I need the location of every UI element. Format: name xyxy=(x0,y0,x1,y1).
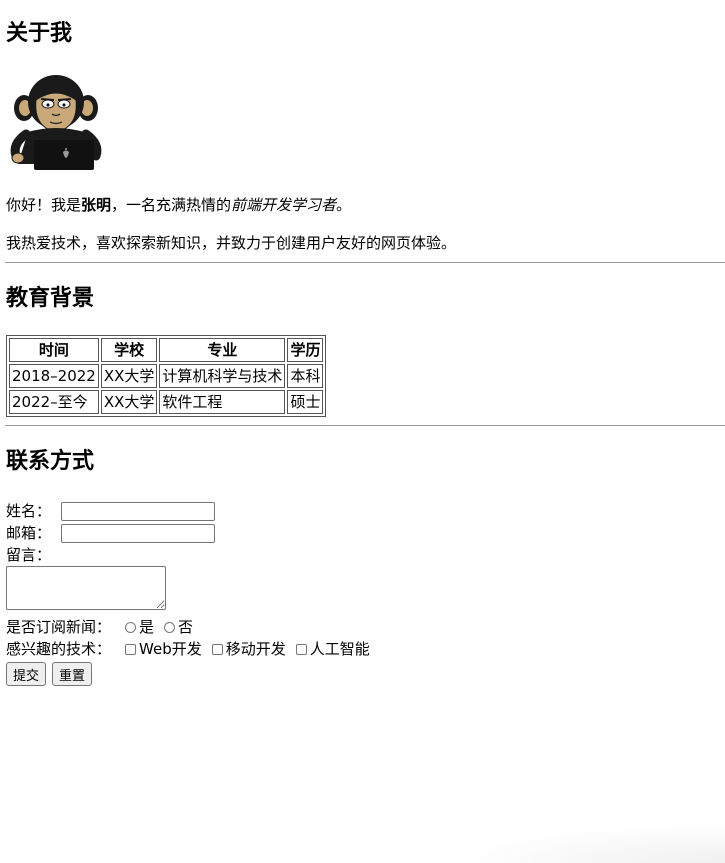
education-table: 时间 学校 专业 学历 2018–2022 XX大学 计算机科学与技术 本科 2… xyxy=(6,335,327,417)
cell-time: 2022–至今 xyxy=(9,390,99,414)
intro-suffix: 。 xyxy=(336,196,352,214)
subscribe-options: 是 否 xyxy=(125,616,203,638)
name-label: 姓名： xyxy=(6,502,52,520)
table-header-row: 时间 学校 专业 学历 xyxy=(9,338,324,362)
email-row: 邮箱： xyxy=(6,522,725,544)
intro-role: 前端开发学习者 xyxy=(231,196,337,214)
cell-school: XX大学 xyxy=(100,364,158,388)
cell-major: 计算机科学与技术 xyxy=(159,364,286,388)
email-label: 邮箱： xyxy=(6,524,52,542)
subscribe-label: 是否订阅新闻： xyxy=(6,618,112,636)
interest-web-label: Web开发 xyxy=(139,640,202,658)
interest-mobile-label: 移动开发 xyxy=(225,640,286,658)
section-divider xyxy=(5,262,725,263)
interest-mobile-option[interactable]: 移动开发 xyxy=(211,638,286,660)
subscribe-no-radio[interactable] xyxy=(164,621,176,633)
cell-degree: 本科 xyxy=(287,364,324,388)
contact-form: 姓名： 邮箱： 留言： 是否订阅新闻： 是 否 感兴趣的技术： Web开发 移动… xyxy=(6,500,725,686)
email-input[interactable] xyxy=(61,523,216,543)
window-shadow xyxy=(445,823,725,863)
header-time: 时间 xyxy=(9,338,99,362)
subscribe-no-label: 否 xyxy=(178,618,194,636)
message-row: 留言： xyxy=(6,544,725,566)
section-divider xyxy=(5,425,725,426)
interest-options: Web开发 移动开发 人工智能 xyxy=(125,638,380,660)
subscribe-yes-option[interactable]: 是 xyxy=(125,616,154,638)
submit-button[interactable]: 提交 xyxy=(6,662,47,686)
subscribe-yes-radio[interactable] xyxy=(125,621,137,633)
cell-major: 软件工程 xyxy=(159,390,286,414)
message-label: 留言： xyxy=(6,546,52,564)
interest-ai-option[interactable]: 人工智能 xyxy=(295,638,370,660)
interest-web-option[interactable]: Web开发 xyxy=(125,638,202,660)
interest-label: 感兴趣的技术： xyxy=(6,640,112,658)
subscribe-row: 是否订阅新闻： 是 否 xyxy=(6,616,725,638)
message-textarea[interactable] xyxy=(6,566,166,610)
interest-ai-checkbox[interactable] xyxy=(295,643,307,655)
header-major: 专业 xyxy=(159,338,286,362)
education-heading: 教育背景 xyxy=(6,286,95,311)
table-row: 2018–2022 XX大学 计算机科学与技术 本科 xyxy=(9,364,324,388)
intro-middle: ，一名充满热情的 xyxy=(111,196,232,214)
form-buttons: 提交 重置 xyxy=(6,662,725,686)
subscribe-no-option[interactable]: 否 xyxy=(164,616,193,638)
cell-degree: 硕士 xyxy=(287,390,324,414)
contact-heading: 联系方式 xyxy=(6,449,95,474)
about-heading: 关于我 xyxy=(6,21,73,46)
name-input[interactable] xyxy=(61,501,216,521)
header-school: 学校 xyxy=(100,338,158,362)
intro-name: 张明 xyxy=(81,196,112,214)
interest-web-checkbox[interactable] xyxy=(125,643,137,655)
subscribe-yes-label: 是 xyxy=(139,618,155,636)
name-row: 姓名： xyxy=(6,500,725,522)
header-degree: 学历 xyxy=(287,338,324,362)
interest-row: 感兴趣的技术： Web开发 移动开发 人工智能 xyxy=(6,638,725,660)
intro-prefix: 你好！我是 xyxy=(6,196,82,214)
interest-ai-label: 人工智能 xyxy=(309,640,370,658)
interest-mobile-checkbox[interactable] xyxy=(211,643,223,655)
intro-paragraph: 你好！我是张明，一名充满热情的前端开发学习者。 xyxy=(6,194,725,216)
passion-paragraph: 我热爱技术，喜欢探索新知识，并致力于创建用户友好的网页体验。 xyxy=(6,234,457,252)
reset-button[interactable]: 重置 xyxy=(52,662,93,686)
cell-time: 2018–2022 xyxy=(9,364,99,388)
table-row: 2022–至今 XX大学 软件工程 硕士 xyxy=(9,390,324,414)
monkey-with-laptop-icon xyxy=(10,75,102,170)
cell-school: XX大学 xyxy=(100,390,158,414)
